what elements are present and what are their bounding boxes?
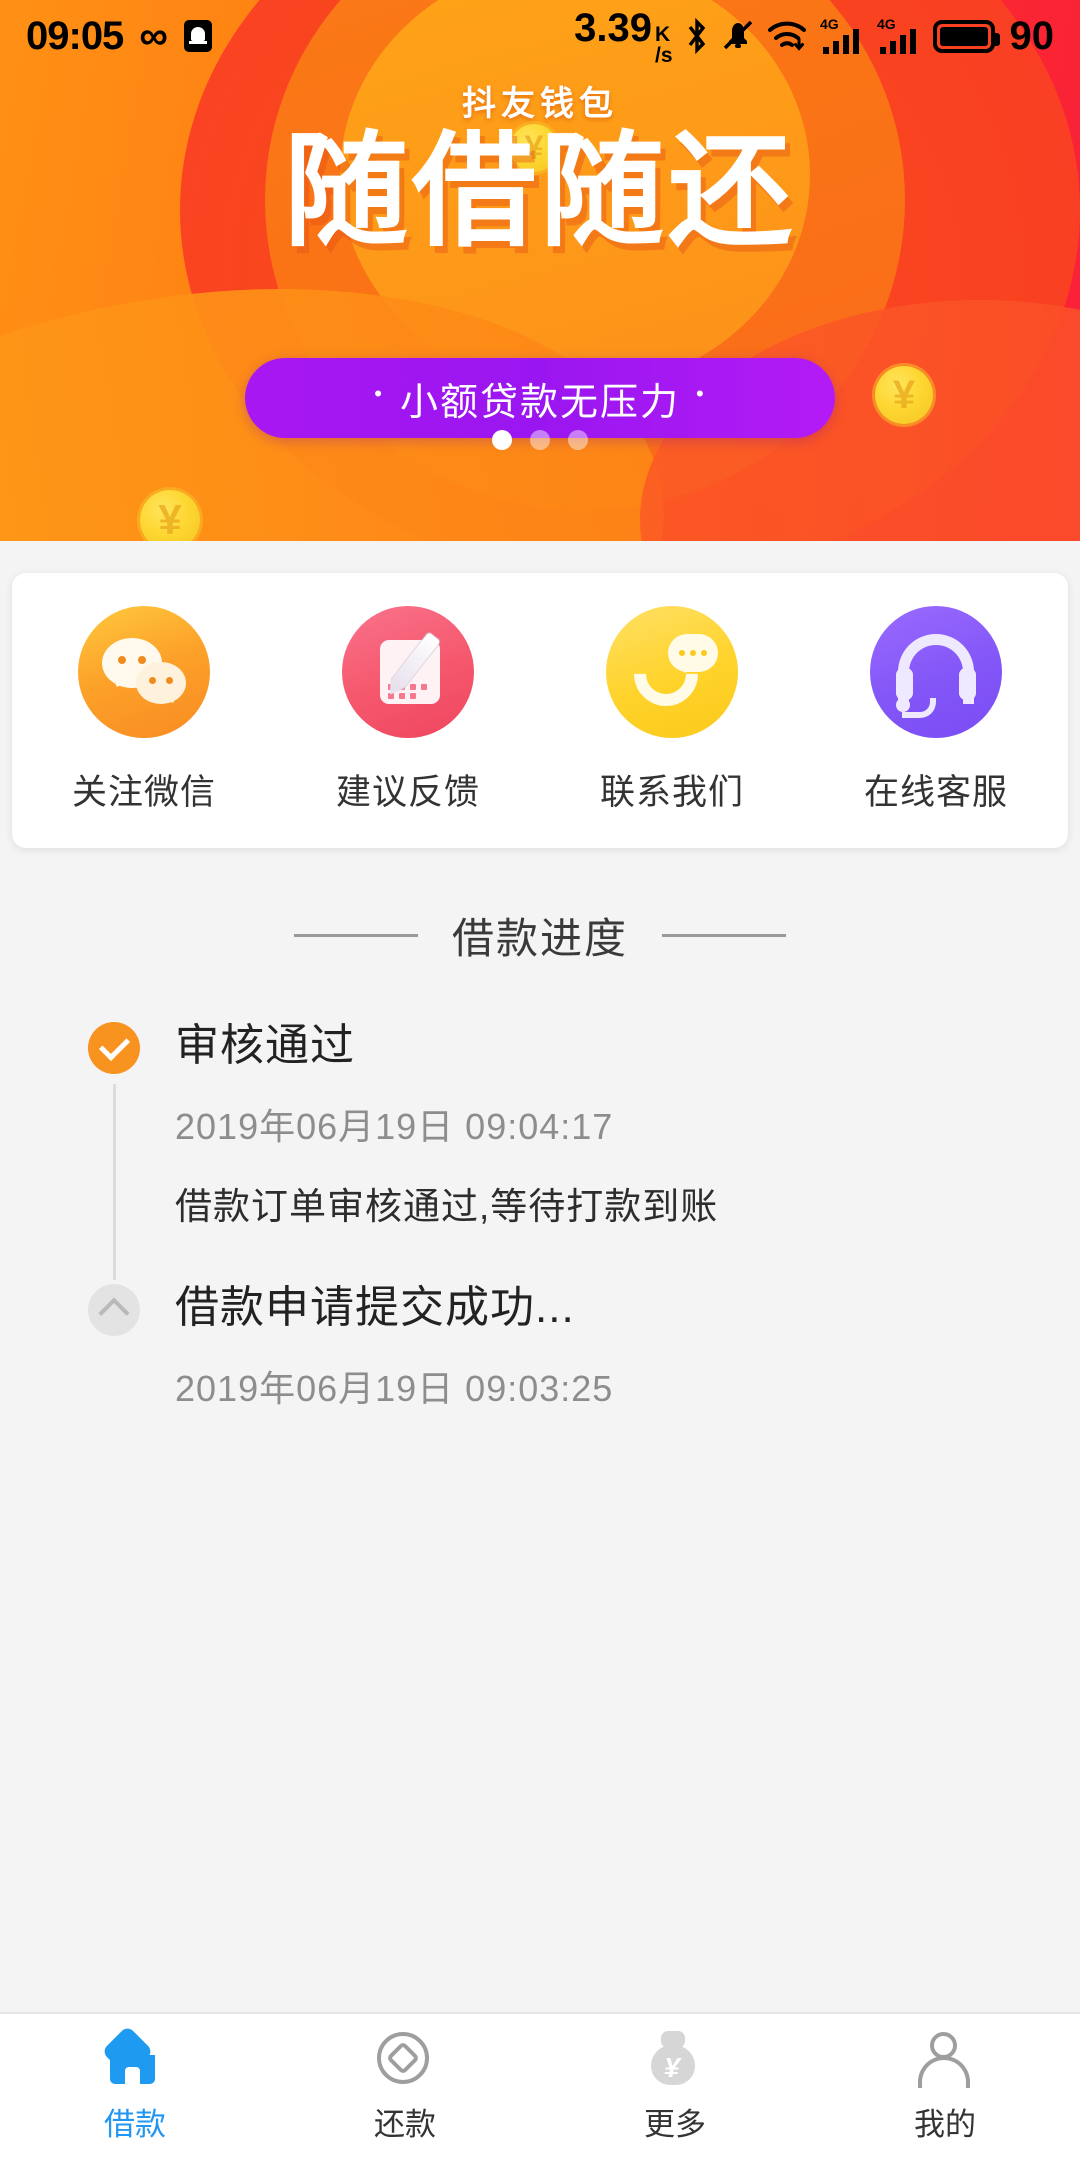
timeline-timestamp: 2019年06月19日 09:04:17 bbox=[175, 1106, 614, 1148]
status-clock: 09:05 bbox=[26, 13, 124, 58]
quick-action-feedback[interactable]: 建议反馈 bbox=[276, 606, 540, 815]
svg-text:4G: 4G bbox=[877, 16, 896, 32]
bullet-icon: • bbox=[374, 381, 384, 406]
quick-actions-card: 关注微信 建议反馈 联系我们 在线客服 bbox=[12, 573, 1068, 848]
battery-percent: 90 bbox=[1009, 13, 1055, 58]
feedback-pencil-icon bbox=[342, 606, 474, 738]
tab-repay[interactable]: 还款 bbox=[270, 2031, 540, 2144]
status-bar: 09:05 ∞ 3.39 K /s 4G 4G 90 bbox=[0, 0, 1080, 72]
network-speed-unit: K /s bbox=[654, 23, 673, 67]
quick-action-label: 关注微信 bbox=[71, 773, 216, 812]
tab-profile[interactable]: 我的 bbox=[810, 2031, 1080, 2144]
status-bar-right: 3.39 K /s 4G 4G 90 bbox=[574, 6, 1054, 66]
signal-sim1-icon: 4G bbox=[820, 16, 859, 54]
bluetooth-icon bbox=[688, 17, 705, 55]
quick-action-contact[interactable]: 联系我们 bbox=[540, 606, 804, 815]
tab-label: 借款 bbox=[104, 2106, 166, 2142]
home-icon bbox=[101, 2024, 166, 2089]
money-bag-icon: ¥ bbox=[644, 2030, 706, 2089]
banner-pill-text: 小额贷款无压力 bbox=[399, 381, 680, 424]
timeline-title: 借款申请提交成功... bbox=[175, 1283, 575, 1332]
bell-icon bbox=[183, 20, 212, 52]
coin-icon bbox=[374, 2031, 436, 2089]
timeline-item[interactable]: 借款申请提交成功... 2019年06月19日 09:03:25 bbox=[0, 1283, 1080, 1412]
banner-subtitle-pill[interactable]: • 小额贷款无压力 • bbox=[245, 358, 835, 438]
tab-label: 还款 bbox=[374, 2106, 436, 2142]
bullet-icon: • bbox=[696, 381, 706, 406]
infinity-icon: ∞ bbox=[139, 14, 168, 58]
divider-right bbox=[662, 934, 786, 937]
carousel-dot-3[interactable] bbox=[568, 430, 588, 450]
quick-action-label: 联系我们 bbox=[599, 773, 744, 812]
loan-progress-timeline: 审核通过 2019年06月19日 09:04:17 借款订单审核通过,等待打款到… bbox=[0, 1021, 1080, 1412]
person-icon bbox=[914, 2031, 976, 2089]
wifi-down-icon bbox=[767, 21, 806, 51]
battery-icon bbox=[932, 19, 1000, 53]
bell-muted-icon bbox=[723, 20, 752, 50]
section-header-loan-progress: 借款进度 bbox=[0, 905, 1080, 966]
carousel-dot-2[interactable] bbox=[530, 430, 550, 450]
carousel-dot-1[interactable] bbox=[492, 430, 512, 450]
quick-action-label: 建议反馈 bbox=[335, 773, 480, 812]
timeline-item[interactable]: 审核通过 2019年06月19日 09:04:17 借款订单审核通过,等待打款到… bbox=[0, 1021, 1080, 1284]
coin-icon: ¥ bbox=[875, 366, 933, 424]
coin-yen-symbol: ¥ bbox=[892, 372, 916, 417]
coin-icon: ¥ bbox=[140, 490, 200, 541]
timeline-timestamp: 2019年06月19日 09:03:25 bbox=[175, 1368, 614, 1410]
divider-left bbox=[293, 934, 418, 937]
quick-action-wechat[interactable]: 关注微信 bbox=[12, 606, 276, 815]
status-bar-left: 09:05 ∞ bbox=[26, 14, 212, 59]
coin-yen-symbol: ¥ bbox=[158, 496, 182, 541]
promo-banner[interactable]: ¥ ¥ ¥ 抖友钱包 随借随还 • 小额贷款无压力 • bbox=[0, 0, 1080, 541]
quick-action-label: 在线客服 bbox=[863, 773, 1008, 812]
signal-sim2-icon: 4G bbox=[877, 16, 916, 54]
network-speed: 3.39 K /s bbox=[574, 6, 672, 66]
tab-more[interactable]: ¥ 更多 bbox=[540, 2030, 810, 2144]
banner-headline: 随借随还 bbox=[283, 123, 796, 261]
bottom-navigation: 借款 还款 ¥ 更多 我的 bbox=[0, 2012, 1080, 2160]
network-speed-value: 3.39 bbox=[574, 6, 652, 50]
section-title: 借款进度 bbox=[451, 915, 628, 962]
timeline-description: 借款订单审核通过,等待打款到账 bbox=[175, 1186, 719, 1228]
timeline-connector bbox=[113, 1084, 116, 1280]
chevron-up-circle-icon[interactable] bbox=[88, 1284, 140, 1336]
carousel-pagination[interactable] bbox=[0, 430, 1080, 450]
tab-label: 更多 bbox=[644, 2106, 706, 2142]
check-circle-icon bbox=[88, 1022, 140, 1074]
headset-icon bbox=[870, 606, 1002, 738]
phone-chat-icon bbox=[606, 606, 738, 738]
timeline-title: 审核通过 bbox=[175, 1021, 355, 1070]
quick-action-support[interactable]: 在线客服 bbox=[804, 606, 1068, 815]
tab-loan[interactable]: 借款 bbox=[0, 2024, 270, 2144]
svg-text:4G: 4G bbox=[820, 16, 839, 32]
wechat-icon bbox=[78, 606, 210, 738]
tab-label: 我的 bbox=[914, 2106, 976, 2142]
